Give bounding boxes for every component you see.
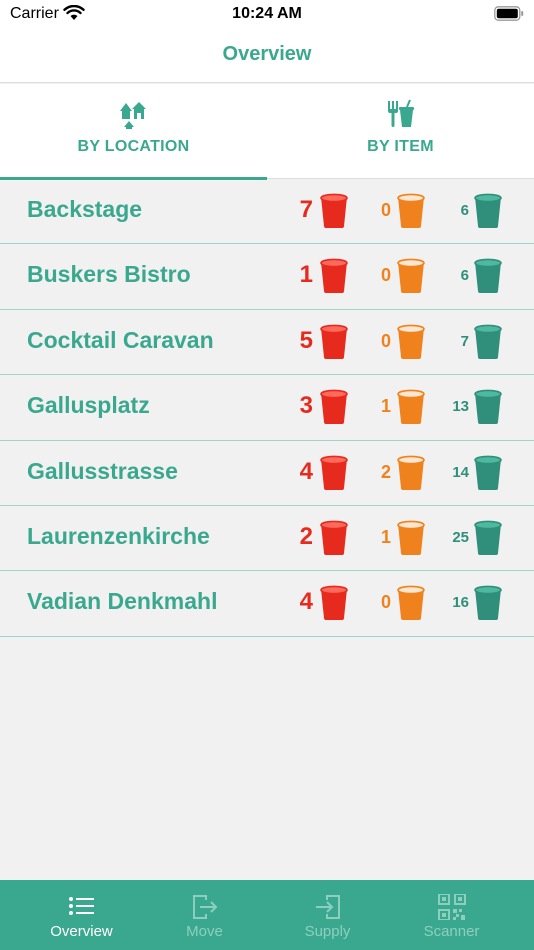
orange-cup-icon: [397, 193, 425, 228]
tab-supply-label: Supply: [304, 923, 351, 940]
location-name: Gallusplatz: [27, 392, 150, 419]
orange-cup-icon: [397, 258, 425, 294]
orange-cup-count: 1: [380, 526, 391, 547]
move-out-icon: [193, 895, 218, 919]
tab-supply[interactable]: Supply: [266, 880, 389, 950]
red-cup-icon: [320, 520, 348, 555]
tab-overview-label: Overview: [50, 923, 113, 940]
red-cup-count: 3: [299, 392, 313, 420]
orange-cup-icon: [397, 585, 425, 621]
green-cup-count: 7: [460, 332, 469, 350]
nav-bar: Overview: [0, 30, 534, 83]
red-cup-icon: [320, 389, 348, 425]
red-cup-icon: [320, 455, 348, 490]
red-cup-count: 1: [299, 261, 313, 289]
location-row[interactable]: Vadian Denkmahl 4 0 16: [0, 571, 534, 637]
green-cup-count: 13: [452, 398, 469, 416]
green-cup-count: 16: [452, 594, 469, 612]
status-bar: Carrier 10:24 AM: [0, 0, 534, 30]
tab-overview[interactable]: Overview: [20, 880, 143, 950]
fork-cup-icon: [388, 99, 414, 127]
tab-by-location[interactable]: BY LOCATION: [0, 84, 267, 180]
red-cup-icon: [320, 258, 348, 294]
qr-code-icon: [438, 894, 466, 920]
green-cup-count: 6: [460, 267, 469, 285]
red-cup-count: 5: [299, 326, 313, 354]
location-name: Cocktail Caravan: [27, 326, 214, 353]
orange-cup-count: 0: [380, 330, 391, 351]
location-name: Gallusstrasse: [27, 457, 178, 484]
tab-scanner[interactable]: Scanner: [390, 880, 513, 950]
orange-cup-count: 2: [380, 461, 391, 482]
supply-in-icon: [316, 895, 340, 919]
red-cup-count: 4: [299, 588, 313, 616]
orange-cup-icon: [397, 389, 425, 425]
orange-cup-icon: [397, 455, 425, 490]
page-title: Overview: [222, 43, 312, 65]
red-cup-count: 2: [299, 522, 313, 550]
red-cup-icon: [320, 193, 348, 228]
red-cup-count: 4: [299, 457, 313, 485]
location-row[interactable]: Gallusplatz 3 1 13: [0, 375, 534, 441]
tab-by-item-label: BY ITEM: [367, 138, 434, 155]
location-name: Vadian Denkmahl: [27, 588, 218, 615]
green-cup-icon: [474, 585, 502, 621]
green-cup-count: 6: [460, 202, 469, 219]
green-cup-icon: [474, 193, 502, 228]
location-name: Laurenzenkirche: [27, 522, 210, 549]
location-name: Buskers Bistro: [27, 261, 191, 288]
status-time: 10:24 AM: [232, 5, 302, 22]
houses-icon: [120, 102, 146, 129]
location-name: Backstage: [27, 196, 143, 222]
orange-cup-count: 0: [380, 200, 391, 220]
red-cup-count: 7: [299, 196, 313, 223]
orange-cup-count: 0: [380, 265, 391, 286]
tab-by-location-label: BY LOCATION: [77, 138, 190, 155]
location-list: Backstage 7 0 6 Buskers Bistro 1 0 6 Cocktail Ca…: [0, 179, 534, 637]
green-cup-icon: [474, 520, 502, 555]
battery-icon: [494, 6, 524, 21]
orange-cup-icon: [397, 520, 425, 555]
list-icon: [69, 897, 94, 915]
tab-scanner-label: Scanner: [423, 923, 480, 940]
bottom-tab-bar: Overview Move Supply Scanner: [0, 880, 534, 950]
red-cup-icon: [320, 324, 348, 359]
green-cup-icon: [474, 455, 502, 490]
red-cup-icon: [320, 585, 348, 621]
green-cup-count: 25: [452, 528, 469, 546]
orange-cup-count: 0: [380, 592, 391, 613]
green-cup-icon: [474, 389, 502, 425]
green-cup-count: 14: [452, 463, 469, 481]
location-row[interactable]: Backstage 7 0 6: [0, 179, 534, 245]
location-row[interactable]: Cocktail Caravan 5 0 7: [0, 310, 534, 376]
tab-move-label: Move: [186, 923, 223, 940]
location-row[interactable]: Laurenzenkirche 2 1 25: [0, 506, 534, 572]
orange-cup-count: 1: [380, 396, 391, 417]
green-cup-icon: [474, 258, 502, 294]
tab-by-item[interactable]: BY ITEM: [267, 84, 534, 179]
location-row[interactable]: Buskers Bistro 1 0 6: [0, 244, 534, 310]
location-row[interactable]: Gallusstrasse 4 2 14: [0, 441, 534, 506]
view-segment-control: BY LOCATION BY ITEM: [0, 84, 534, 180]
green-cup-icon: [474, 324, 502, 359]
tab-move[interactable]: Move: [143, 880, 266, 950]
orange-cup-icon: [397, 324, 425, 359]
